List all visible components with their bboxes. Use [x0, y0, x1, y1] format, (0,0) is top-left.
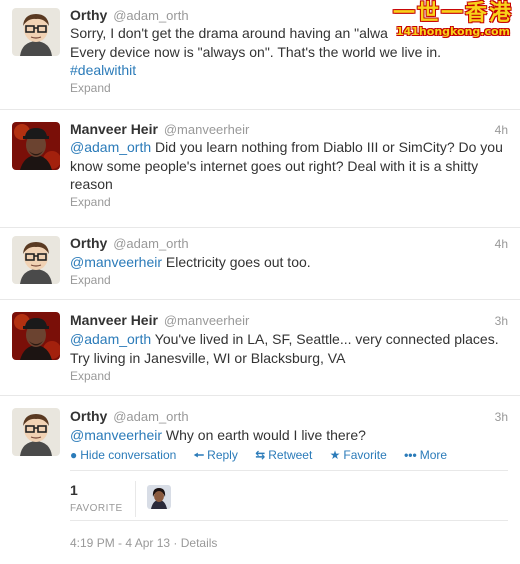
more-button[interactable]: ••• More [404, 448, 447, 462]
tweet-header: Manveer Heir @manveerheir [70, 120, 249, 139]
tweet-text: @manveerheir Why on earth would I live t… [70, 426, 366, 445]
speech-bubble-icon: ● [70, 448, 78, 462]
tweet-actions: ● Hide conversation 🠔 Reply ⇆ Retweet ★ Favo… [70, 446, 461, 467]
tweet-text-segment: Electricity goes out too. [162, 254, 311, 270]
favorites-count: 1 [70, 482, 78, 498]
reply-arrow-icon: 🠔 [193, 448, 205, 462]
star-icon: ★ [329, 448, 341, 462]
mention-link[interactable]: @manveerheir [70, 254, 162, 270]
expand-link[interactable]: Expand [70, 81, 111, 95]
tweet-time[interactable]: 4h [495, 123, 508, 137]
divider [70, 520, 508, 521]
hide-conversation-label: Hide conversation [80, 448, 177, 462]
author-handle[interactable]: @adam_orth [113, 409, 188, 424]
tweet-text-line: Try living in Janesville, WI or Blacksbu… [70, 349, 346, 366]
tweet-text-line: know some people's internet goes out rig… [70, 157, 479, 174]
tweet-4[interactable]: Manveer Heir @manveerheir 3h @adam_orth … [0, 300, 520, 396]
author-name[interactable]: Manveer Heir [70, 312, 158, 328]
mention-link[interactable]: @adam_orth [70, 331, 151, 347]
author-name[interactable]: Orthy [70, 7, 107, 23]
avatar-orthy[interactable] [12, 408, 60, 456]
favorites-label: FAVORITE [70, 503, 123, 514]
tweet-1[interactable]: Orthy @adam_orth Sorry, I don't get the … [0, 0, 520, 110]
details-link[interactable]: Details [181, 536, 218, 550]
tweet-3[interactable]: Orthy @adam_orth 4h @manveerheir Electri… [0, 228, 520, 300]
tweet-text-line: @adam_orth You've lived in LA, SF, Seatt… [70, 330, 499, 349]
author-name[interactable]: Orthy [70, 408, 107, 424]
mention-link[interactable]: @manveerheir [70, 427, 162, 443]
divider [70, 470, 508, 471]
retweet-label: Retweet [268, 448, 313, 462]
tweet-header: Orthy @adam_orth [70, 6, 189, 25]
tweet-timestamp[interactable]: 4:19 PM - 4 Apr 13 [70, 536, 170, 550]
retweet-icon: ⇆ [255, 448, 266, 462]
author-handle[interactable]: @adam_orth [113, 236, 188, 251]
avatar-manveer[interactable] [12, 122, 60, 170]
author-name[interactable]: Manveer Heir [70, 121, 158, 137]
reply-label: Reply [207, 448, 238, 462]
tweet-text-line: reason [70, 176, 113, 192]
tweet-text-segment: You've lived in LA, SF, Seattle... very … [151, 331, 499, 347]
tweet-header: Orthy @adam_orth [70, 407, 189, 426]
retweet-button[interactable]: ⇆ Retweet [255, 448, 312, 462]
ellipsis-icon: ••• [404, 448, 417, 462]
tweet-text-segment: Did you learn nothing from Diablo III or… [151, 139, 503, 155]
favoriter-avatar[interactable] [147, 485, 171, 509]
expand-link[interactable]: Expand [70, 195, 111, 209]
author-name[interactable]: Orthy [70, 235, 107, 251]
tweet-header: Orthy @adam_orth [70, 234, 189, 253]
tweet-time[interactable]: 3h [495, 410, 508, 424]
hashtag-link[interactable]: #dealwithit [70, 61, 441, 80]
favorite-button[interactable]: ★ Favorite [330, 448, 387, 462]
expand-link[interactable]: Expand [70, 273, 111, 287]
mention-link[interactable]: @adam_orth [70, 139, 151, 155]
expand-link[interactable]: Expand [70, 369, 111, 383]
reply-button[interactable]: 🠔 Reply [194, 448, 238, 462]
more-label: More [419, 448, 448, 462]
hide-conversation-button[interactable]: ● Hide conversation [70, 448, 176, 462]
tweet-header: Manveer Heir @manveerheir [70, 311, 249, 330]
favorites-stat[interactable]: 1 FAVORITE [70, 482, 123, 514]
tweet-text-line: Every device now is "always on". That's … [70, 43, 442, 60]
favorite-label: Favorite [343, 448, 387, 462]
author-handle[interactable]: @manveerheir [164, 122, 249, 137]
tweet-text: Sorry, I don't get the drama around havi… [70, 24, 441, 80]
author-handle[interactable]: @manveerheir [164, 313, 249, 328]
tweet-text-line: Sorry, I don't get the drama around havi… [70, 25, 388, 41]
tweet-text-line: @manveerheir Electricity goes out too. [70, 253, 311, 272]
avatar-manveer[interactable] [12, 312, 60, 360]
tweet-time[interactable]: 4h [495, 237, 508, 251]
tweet-text-segment: Why on earth would I live there? [162, 427, 366, 443]
footer-separator: · [170, 536, 181, 550]
tweet-time[interactable]: 3h [495, 314, 508, 328]
tweet-text: @adam_orth Did you learn nothing from Di… [70, 138, 503, 194]
author-handle[interactable]: @adam_orth [113, 8, 188, 23]
avatar-orthy[interactable] [12, 8, 60, 56]
divider [135, 481, 136, 517]
tweet-text: @manveerheir Electricity goes out too. [70, 253, 311, 272]
tweet-2[interactable]: Manveer Heir @manveerheir 4h @adam_orth … [0, 110, 520, 228]
tweet-text: @adam_orth You've lived in LA, SF, Seatt… [70, 330, 499, 367]
tweet-footer: 4:19 PM - 4 Apr 13 · Details [70, 536, 217, 550]
tweet-text-line: @adam_orth Did you learn nothing from Di… [70, 138, 503, 157]
tweet-text-line: @manveerheir Why on earth would I live t… [70, 426, 366, 445]
avatar-orthy[interactable] [12, 236, 60, 284]
